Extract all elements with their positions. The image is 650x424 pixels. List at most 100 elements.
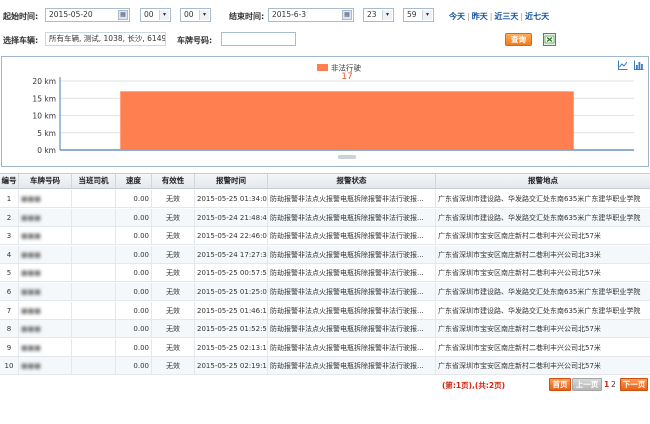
cell-plate: ■■■ — [19, 264, 72, 283]
cell-plate: ■■■ — [19, 208, 72, 227]
cell-alarm-status: 防劫报警非法点火报警电瓶拆除报警非法行驶报... — [268, 301, 436, 320]
filter-area: 起始时间: 2015-05-20 ▦ 00 ▾ 00 ▾ 结束时间: 2015-… — [0, 0, 650, 56]
redacted-plate: ■■■ — [21, 232, 41, 241]
plate-input[interactable] — [221, 32, 296, 46]
cell-driver — [72, 208, 116, 227]
pager-page-1[interactable]: 1 — [604, 380, 609, 389]
chart-legend: 非法行驶 — [317, 63, 361, 73]
cell-plate: ■■■ — [19, 357, 72, 376]
col-header-alarm-place[interactable]: 报警地点 — [436, 174, 650, 188]
chart-bars: 17 — [120, 72, 574, 150]
pager-info: (第:1页),(共:2页) — [442, 381, 505, 390]
legend-swatch — [317, 64, 328, 71]
cell-speed: 0.00 — [116, 190, 152, 208]
table-row[interactable]: 1 ■■■ 0.00 无效 2015-05-25 01:34:06 防劫报警非法点火报警电… — [0, 190, 650, 208]
cell-plate: ■■■ — [19, 320, 72, 339]
calendar-icon[interactable]: ▦ — [342, 10, 352, 20]
cell-alarm-place: 广东省深圳市宝安区南庄新村二巷利丰兴公司北57米 — [438, 362, 601, 371]
table-row[interactable]: 4 ■■■ 0.00 无效 2015-05-24 17:27:38 防劫报警非法点火报警电… — [0, 245, 650, 264]
end-minute-select[interactable]: 59 ▾ — [403, 8, 434, 22]
separator: | — [520, 12, 524, 21]
end-date-input[interactable]: 2015-6-3 ▦ — [268, 8, 354, 22]
cell-driver — [72, 301, 116, 320]
col-header-alarm-status[interactable]: 报警状态 — [268, 174, 436, 188]
cell-alarm-time: 2015-05-25 01:52:58 — [195, 320, 268, 339]
pager-prev-button[interactable]: 上一页 — [572, 378, 602, 391]
quick-range-links: 今天 | 昨天 | 近三天 | 近七天 — [449, 11, 549, 22]
start-minute-value: 00 — [184, 10, 194, 19]
cell-alarm-time: 2015-05-24 17:27:38 — [195, 245, 268, 264]
redacted-plate: ■■■ — [21, 195, 41, 203]
vehicle-select[interactable]: 所有车辆, 测试, 1038, 长沙, 61493, 60 — [45, 32, 166, 46]
cell-speed: 0.00 — [116, 357, 152, 376]
start-date-input[interactable]: 2015-05-20 ▦ — [45, 8, 130, 22]
start-minute-select[interactable]: 00 ▾ — [180, 8, 211, 22]
cell-validity: 无效 — [152, 283, 195, 301]
cell-alarm-place: 广东省深圳市宝安区南庄新村二巷利丰兴公司北57米 — [438, 343, 601, 352]
table-row[interactable]: 8 ■■■ 0.00 无效 2015-05-25 01:52:58 防劫报警非法点火报警电… — [0, 320, 650, 339]
cell-alarm-time: 2015-05-25 01:25:06 — [195, 283, 268, 301]
table-row[interactable]: 6 ■■■ 0.00 无效 2015-05-25 01:25:06 防劫报警非法点火报警电… — [0, 283, 650, 301]
pager-first-button[interactable]: 首页 — [549, 378, 571, 391]
cell-no: 4 — [0, 245, 19, 264]
cell-alarm-status: 防劫报警非法点火报警电瓶拆除报警非法行驶报... — [268, 190, 436, 208]
cell-speed: 0.00 — [116, 301, 152, 320]
cell-no: 6 — [0, 283, 19, 301]
line-chart-icon[interactable] — [618, 60, 628, 70]
bar — [120, 91, 574, 150]
table-row[interactable]: 7 ■■■ 0.00 无效 2015-05-25 01:46:15 防劫报警非法点火报警电… — [0, 301, 650, 320]
plate-label: 车牌号码: — [177, 36, 213, 45]
pager-next-button[interactable]: 下一页 — [620, 378, 648, 391]
quick-3days-link[interactable]: 近三天 — [494, 12, 518, 21]
table-row[interactable]: 10 ■■■ 0.00 无效 2015-05-25 02:19:18 防劫报警非法点火报警… — [0, 357, 650, 376]
cell-plate: ■■■ — [19, 190, 72, 208]
vehicle-label: 选择车辆: — [3, 36, 39, 45]
redacted-plate: ■■■ — [21, 343, 41, 352]
quick-today-link[interactable]: 今天 — [449, 12, 465, 21]
col-header-plate[interactable]: 车牌号码 — [19, 174, 72, 188]
cell-no: 1 — [0, 190, 19, 208]
y-tick-label: 5 km — [37, 129, 56, 138]
cell-no: 9 — [0, 338, 19, 357]
redacted-plate: ■■■ — [21, 288, 41, 296]
table-row[interactable]: 2 ■■■ 0.00 无效 2015-05-24 21:48:48 防劫报警非法点火报警电… — [0, 208, 650, 227]
cell-alarm-place: 广东省深圳市建设路、华发路交汇处东南635米广东建华职业学院 — [438, 288, 641, 296]
table-row[interactable]: 5 ■■■ 0.00 无效 2015-05-25 00:57:57 防劫报警非法点火报警电… — [0, 264, 650, 283]
col-header-driver[interactable]: 当班司机 — [72, 174, 116, 188]
calendar-icon[interactable]: ▦ — [118, 10, 128, 20]
quick-7days-link[interactable]: 近七天 — [525, 12, 549, 21]
cell-no: 2 — [0, 208, 19, 227]
cell-driver — [72, 283, 116, 301]
pager-page-2[interactable]: 2 — [611, 380, 616, 389]
query-button[interactable]: 查询 — [505, 33, 532, 46]
end-minute-value: 59 — [407, 10, 417, 19]
cell-speed: 0.00 — [116, 208, 152, 227]
cell-driver — [72, 245, 116, 264]
cell-speed: 0.00 — [116, 283, 152, 301]
end-hour-select[interactable]: 23 ▾ — [363, 8, 394, 22]
quick-yesterday-link[interactable]: 昨天 — [472, 12, 488, 21]
cell-plate: ■■■ — [19, 338, 72, 357]
col-header-validity[interactable]: 有效性 — [152, 174, 195, 188]
table-row[interactable]: 9 ■■■ 0.00 无效 2015-05-25 02:13:17 防劫报警非法点火报警电… — [0, 338, 650, 357]
table-header: 编号 车牌号码 当班司机 速度 有效性 报警时间 报警状态 报警地点 — [0, 173, 650, 189]
cell-alarm-place: 广东省深圳市建设路、华发路交汇处东南635米广东建华职业学院 — [438, 306, 641, 315]
col-header-alarm-time[interactable]: 报警时间 — [195, 174, 268, 188]
cell-alarm-status: 防劫报警非法点火报警电瓶拆除报警非法行驶报... — [268, 264, 436, 283]
cell-alarm-status: 防劫报警非法点火报警电瓶拆除报警非法行驶报... — [268, 338, 436, 357]
excel-export-icon[interactable] — [543, 33, 556, 46]
col-header-speed[interactable]: 速度 — [116, 174, 152, 188]
cell-no: 8 — [0, 320, 19, 339]
cell-alarm-status: 防劫报警非法点火报警电瓶拆除报警非法行驶报... — [268, 208, 436, 227]
legend-label: 非法行驶 — [331, 63, 361, 73]
col-header-no[interactable]: 编号 — [0, 174, 19, 188]
cell-alarm-time: 2015-05-25 02:19:18 — [195, 357, 268, 376]
cell-validity: 无效 — [152, 245, 195, 264]
table-row[interactable]: 3 ■■■ 0.00 无效 2015-05-24 22:46:00 防劫报警非法点火报警电… — [0, 227, 650, 246]
start-hour-value: 00 — [144, 10, 154, 19]
cell-validity: 无效 — [152, 264, 195, 283]
bar-chart-icon[interactable] — [634, 60, 644, 70]
separator: | — [489, 12, 493, 21]
redacted-plate: ■■■ — [21, 213, 41, 222]
start-hour-select[interactable]: 00 ▾ — [140, 8, 171, 22]
